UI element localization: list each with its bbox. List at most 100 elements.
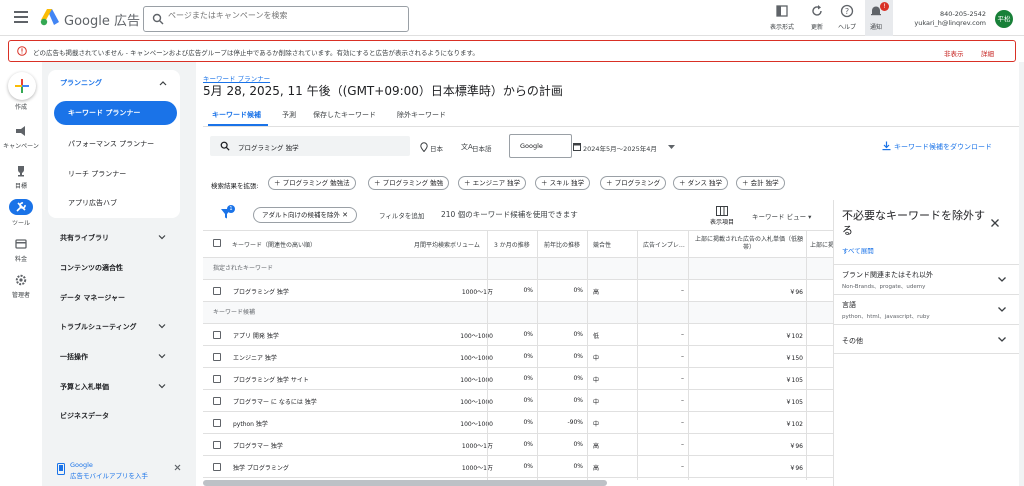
table-row[interactable]: エンジニア 独学 100～1000 0% 0% 中 – ￥150 [203,346,833,368]
appearance-label: 表示形式 [770,24,795,31]
row-checkbox[interactable] [213,397,221,405]
tab-keyword-ideas[interactable]: キーワード候補 [212,110,261,120]
account-info[interactable]: 840-205-2542 yukari_h@linqrev.com [914,10,986,28]
adult-filter-chip[interactable]: アダルト向けの候補を除外 ✕ [253,207,357,223]
tab-negative-keywords[interactable]: 除外キーワード [397,110,446,120]
table-row[interactable]: プログラマー に なるには 独学 100～1000 0% 0% 中 – ￥105 [203,390,833,412]
refine-chip[interactable]: ＋ プログラミング 勉強法 [268,176,356,190]
col-volume[interactable]: 月間平均検索ボリューム [414,240,480,249]
help-button[interactable]: ? ヘルプ [838,4,856,31]
nav-item-keyword-planner[interactable]: キーワード プランナー [54,101,177,125]
cell-yoy: 0% [573,331,583,338]
table-row[interactable]: python 独学 100～1000 0% -90% 中 – ￥102 [203,412,833,434]
keyword-view-dropdown[interactable]: キーワード ビュー ▾ [752,211,811,221]
page-title: 5月 28, 2025, 11 午後（(GMT+09:00）日本標準時）からの計… [203,84,563,98]
row-checkbox[interactable] [213,353,221,361]
download-keywords-button[interactable]: キーワード候補をダウンロード [894,142,992,152]
nav-planning-header[interactable]: プランニング [60,78,102,88]
nav-section-troubleshooting[interactable]: トラブルシューティング [60,322,170,332]
location-filter[interactable]: 日本 [430,143,443,153]
refresh-button[interactable]: 更新 [810,4,824,31]
available-count: 210 個のキーワード候補を使用できます [441,210,578,219]
columns-button[interactable]: 表示項目 [710,206,734,226]
rail-item-billing[interactable]: 料金 [0,237,42,263]
col-bid-low[interactable]: 上部に掲載された広告の入札単価（低額帯） [694,236,804,252]
horizontal-scrollbar[interactable] [203,480,607,486]
refine-chip[interactable]: ＋ エンジニア 独学 [458,176,527,190]
cell-3month: 0% [523,441,533,448]
language-filter[interactable]: 日本語 [472,143,492,153]
expand-all-link[interactable]: すべて展開 [842,245,874,255]
date-range-filter[interactable]: 2024年5月～2025年4月 [583,143,657,153]
refine-chip[interactable]: ＋ ダンス 独学 [673,176,729,190]
nav-item-app-ads-hub[interactable]: アプリ広告ハブ [68,198,117,208]
col-yoy[interactable]: 前年比の推移 [544,240,580,249]
vertical-scrollbar[interactable] [1019,62,1024,486]
row-checkbox[interactable] [213,463,221,471]
row-checkbox[interactable] [213,375,221,383]
refine-chip[interactable]: ＋ プログラミング [600,176,667,190]
cell-yoy: 0% [573,353,583,360]
col-keyword[interactable]: キーワード（関連性の高い順） [232,240,316,249]
alert-hide-button[interactable]: 非表示 [944,48,964,58]
appearance-icon [776,5,788,17]
table-row[interactable]: プログラミング 独学 サイト 100～1000 0% 0% 中 – ￥105 [203,368,833,390]
create-button[interactable] [8,72,36,100]
nav-item-performance-planner[interactable]: パフォーマンス プランナー [68,139,154,149]
col-3month[interactable]: 3 か月の推移 [494,240,530,249]
phone-icon [57,463,65,475]
appearance-button[interactable]: 表示形式 [770,4,794,31]
keyword-search-box[interactable]: プログラミング 独学 [210,136,410,156]
row-checkbox[interactable] [213,419,221,427]
rail-item-campaigns[interactable]: キャンペーン [0,124,42,150]
mobile-app-promo[interactable]: Google 広告モバイルアプリを入手 [48,452,188,482]
chevron-down-icon [998,307,1006,312]
close-icon[interactable]: ✕ [342,211,348,219]
nav-section-bulk-actions[interactable]: 一括操作 [60,352,170,362]
alert-details-button[interactable]: 詳細 [981,48,994,58]
row-checkbox[interactable] [213,287,221,295]
nav-section-business-data[interactable]: ビジネスデータ [60,411,170,421]
add-filter-button[interactable]: フィルタを追加 [379,210,424,220]
cell-impression: – [681,287,684,294]
row-checkbox[interactable] [213,331,221,339]
network-filter[interactable]: Google [509,134,572,158]
row-checkbox[interactable] [213,441,221,449]
dropdown-arrow-icon[interactable] [668,145,675,150]
tab-saved-keywords[interactable]: 保存したキーワード [313,110,376,120]
select-all-checkbox[interactable] [213,239,221,247]
col-bid-high[interactable]: 上部に掲 [810,240,834,249]
rail-item-tools[interactable]: ツール [0,200,42,227]
panel-section-brand[interactable]: ブランド関連またはそれ以外 Non-Brands、progate、udemy [833,264,1019,294]
nav-section-data-manager[interactable]: データ マネージャー [60,293,170,303]
nav-section-content-suitability[interactable]: コンテンツの適合性 [60,263,170,273]
refine-chip[interactable]: ＋ プログラミング 勉強 [368,176,450,190]
nav-section-budgets-bids[interactable]: 予算と入札単価 [60,382,170,392]
cell-volume: 100～1000 [460,333,493,340]
refine-chip[interactable]: ＋ 会計 独学 [736,176,785,190]
search-box[interactable] [143,6,409,32]
tab-forecast[interactable]: 予測 [282,110,296,120]
col-impression[interactable]: 広告インプレ… [643,240,685,249]
table-row[interactable]: アプリ 開発 独学 100～1000 0% 0% 低 – ￥102 [203,324,833,346]
close-icon[interactable] [990,218,1000,228]
search-input[interactable] [168,11,398,20]
cell-competition: 高 [593,443,600,450]
menu-icon[interactable] [14,11,28,23]
chevron-up-icon[interactable] [159,80,167,86]
rail-item-admin[interactable]: 管理者 [0,273,42,299]
nav-section-shared-library[interactable]: 共有ライブラリ [60,233,170,243]
close-icon[interactable] [174,464,181,471]
table-row[interactable]: 独学 プログラミング 1000～1万 0% 0% 高 – ￥96 [203,456,833,478]
cell-keyword: python 独学 [233,421,268,428]
panel-section-other[interactable]: その他 [833,324,1019,354]
avatar[interactable]: 平松 [995,10,1013,28]
rail-item-goals[interactable]: 目標 [0,164,42,190]
panel-section-language[interactable]: 言語 python、html、javascript、ruby [833,294,1019,324]
table-row[interactable]: プログラマー 独学 1000～1万 0% 0% 高 – ￥96 [203,434,833,456]
nav-item-reach-planner[interactable]: リーチ プランナー [68,169,126,179]
col-competition[interactable]: 競合性 [593,240,611,249]
refine-chip[interactable]: ＋ スキル 独学 [535,176,591,190]
table-row[interactable]: プログラミング 独学 1000～1万 0% 0% 高 – ￥96 [203,280,833,302]
rail-goals-label: 目標 [14,183,27,190]
